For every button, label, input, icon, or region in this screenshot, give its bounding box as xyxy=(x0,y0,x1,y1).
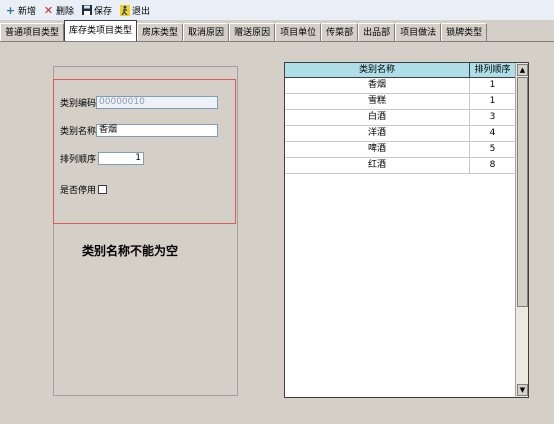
category-form: 类别编码 00000010 类别名称 香烟 排列顺序 1 是否停用 xyxy=(53,79,236,224)
table-row[interactable]: 雪糕 1 xyxy=(285,94,516,110)
name-label: 类别名称 xyxy=(60,127,97,137)
column-header-order[interactable]: 排列顺序 xyxy=(470,63,516,78)
delete-label: 删除 xyxy=(56,6,75,17)
save-label: 保存 xyxy=(94,6,113,17)
table-row[interactable]: 洋酒 4 xyxy=(285,126,516,142)
cell-order: 4 xyxy=(470,126,516,142)
tab-normal-item-type[interactable]: 普通项目类型 xyxy=(0,23,65,41)
code-field[interactable]: 00000010 xyxy=(96,96,219,109)
order-label: 排列顺序 xyxy=(60,155,97,165)
code-label: 类别编码 xyxy=(60,99,97,109)
add-button[interactable]: + 新增 xyxy=(5,4,36,17)
disabled-label: 是否停用 xyxy=(60,186,97,196)
scroll-thumb[interactable] xyxy=(517,77,528,307)
cell-name: 雪糕 xyxy=(285,94,470,110)
scroll-up-icon[interactable]: ▲ xyxy=(517,64,528,76)
cell-name: 白酒 xyxy=(285,110,470,126)
cell-order: 1 xyxy=(470,94,516,110)
cell-order: 8 xyxy=(470,158,516,174)
scroll-down-icon[interactable]: ▼ xyxy=(517,384,528,396)
exit-label: 退出 xyxy=(132,6,151,17)
tab-inventory-item-type[interactable]: 库存类项目类型 xyxy=(64,20,138,41)
tab-output-dept[interactable]: 出品部 xyxy=(358,23,396,41)
cell-name: 香烟 xyxy=(285,78,470,94)
order-row: 排列顺序 1 xyxy=(60,152,145,165)
column-header-name[interactable]: 类别名称 xyxy=(285,63,470,78)
vertical-scrollbar[interactable]: ▲ ▼ xyxy=(515,63,528,397)
name-row: 类别名称 香烟 xyxy=(60,124,219,137)
cell-order: 1 xyxy=(470,78,516,94)
table-row[interactable]: 红酒 8 xyxy=(285,158,516,174)
error-message: 类别名称不能为空 xyxy=(82,244,179,258)
table-row[interactable]: 啤酒 5 xyxy=(285,142,516,158)
cell-name: 红酒 xyxy=(285,158,470,174)
order-field[interactable]: 1 xyxy=(98,152,145,165)
floppy-disk-icon xyxy=(81,5,92,16)
cell-name: 洋酒 xyxy=(285,126,470,142)
cell-name: 啤酒 xyxy=(285,142,470,158)
category-grid: 类别名称 排列顺序 香烟 1 雪糕 1 白酒 3 洋酒 4 啤酒 5 红酒 8 … xyxy=(284,62,529,398)
cell-order: 3 xyxy=(470,110,516,126)
save-button[interactable]: 保存 xyxy=(81,4,112,17)
exit-running-man-icon xyxy=(119,4,130,16)
cell-order: 5 xyxy=(470,142,516,158)
grid-header: 类别名称 排列顺序 xyxy=(285,63,516,78)
tab-item-unit[interactable]: 项目单位 xyxy=(275,23,322,41)
table-row[interactable]: 香烟 1 xyxy=(285,78,516,94)
tab-dish-delivery-dept[interactable]: 传菜部 xyxy=(321,23,359,41)
add-label: 新增 xyxy=(18,6,37,17)
disabled-row: 是否停用 xyxy=(60,183,108,196)
toolbar: + 新增 ✕ 删除 保存 退出 xyxy=(0,0,554,20)
delete-button[interactable]: ✕ 删除 xyxy=(43,4,74,17)
tab-room-bed-type[interactable]: 房床类型 xyxy=(137,23,184,41)
code-row: 类别编码 00000010 xyxy=(60,96,219,109)
tab-bar: 普通项目类型 库存类项目类型 房床类型 取消原因 赠送原因 项目单位 传菜部 出… xyxy=(0,20,554,42)
tab-item-method[interactable]: 项目做法 xyxy=(395,23,442,41)
delete-x-icon: ✕ xyxy=(43,3,54,17)
tab-cancel-reason[interactable]: 取消原因 xyxy=(183,23,230,41)
table-row[interactable]: 白酒 3 xyxy=(285,110,516,126)
tab-gift-reason[interactable]: 赠送原因 xyxy=(229,23,276,41)
plus-icon: + xyxy=(5,3,16,17)
exit-button[interactable]: 退出 xyxy=(119,4,150,17)
tab-lock-card-type[interactable]: 锁牌类型 xyxy=(441,23,488,41)
grid-body: 香烟 1 雪糕 1 白酒 3 洋酒 4 啤酒 5 红酒 8 xyxy=(285,78,516,174)
name-field[interactable]: 香烟 xyxy=(96,124,219,137)
disabled-checkbox[interactable] xyxy=(98,185,108,194)
